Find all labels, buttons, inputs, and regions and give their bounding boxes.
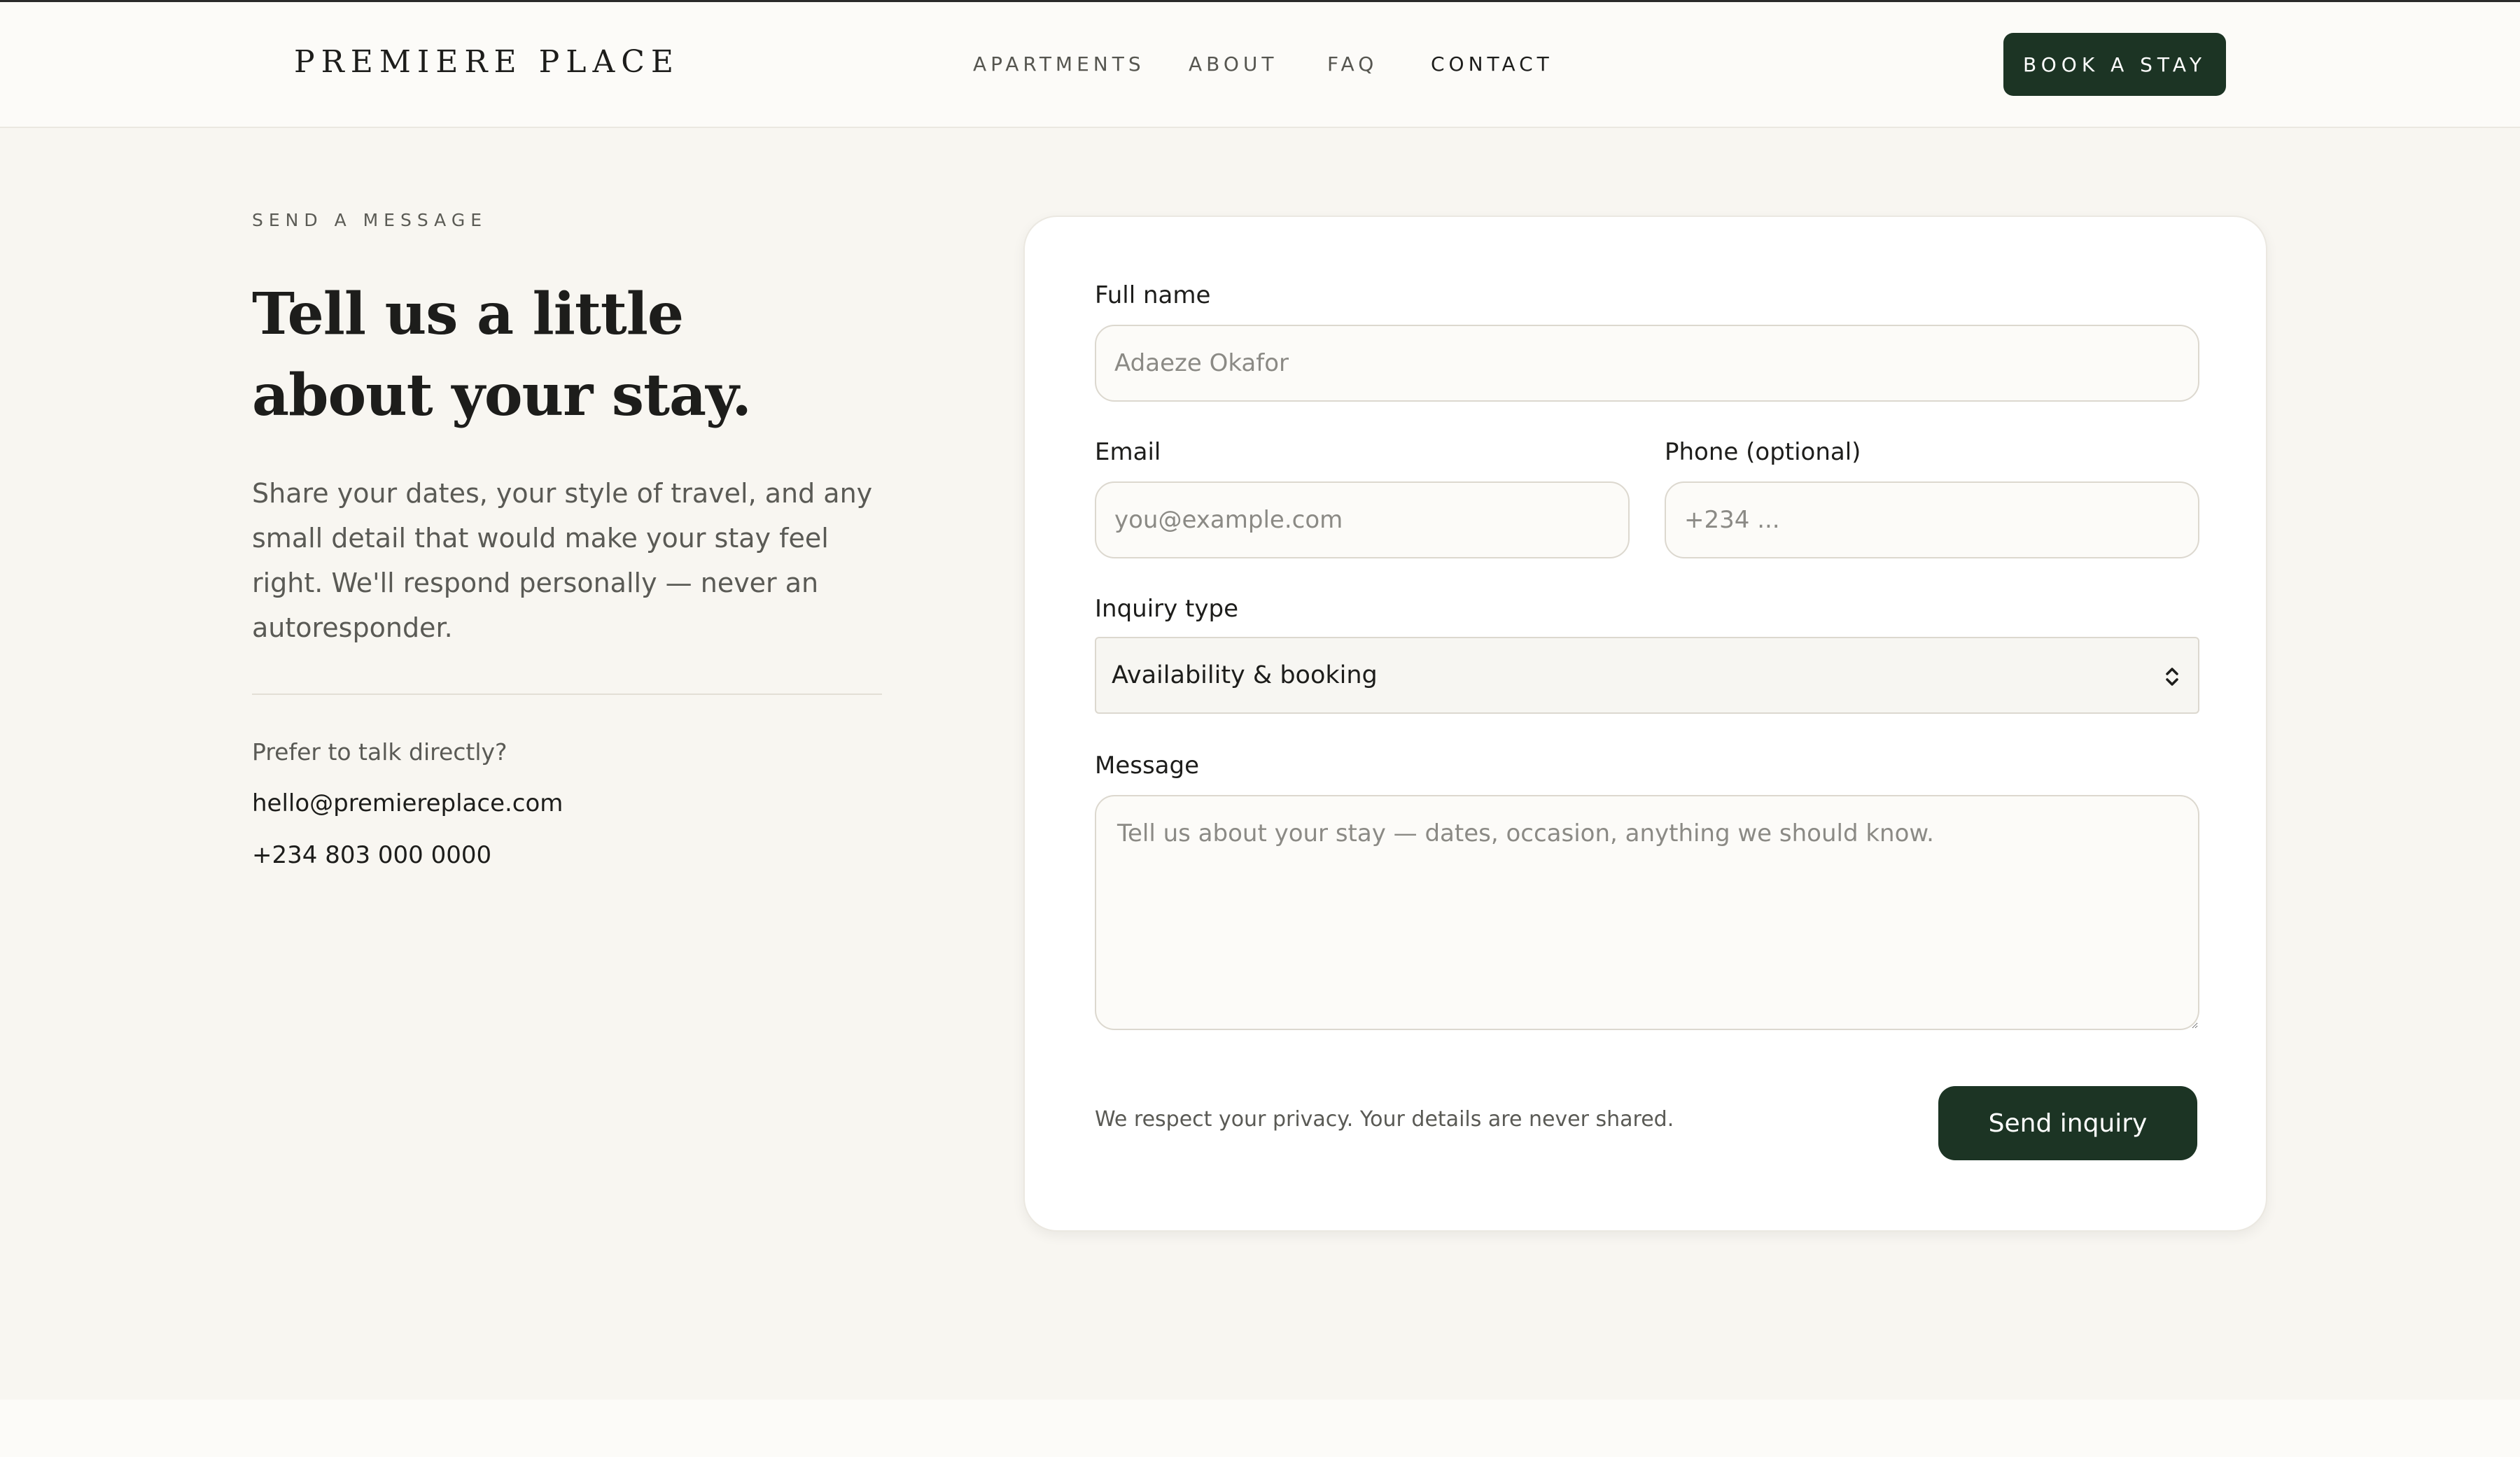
site-header: PREMIERE PLACE APARTMENTS ABOUT FAQ CONT… xyxy=(0,2,2520,128)
footer-strip xyxy=(0,1400,2520,1457)
phone-label: Phone (optional) xyxy=(1665,438,1861,466)
direct-contact-label: Prefer to talk directly? xyxy=(252,738,507,766)
nav-faq[interactable]: FAQ xyxy=(1327,52,1378,76)
section-eyebrow: SEND A MESSAGE xyxy=(252,210,488,230)
inquiry-type-select[interactable]: Availability & booking xyxy=(1095,637,2199,714)
phone-input[interactable] xyxy=(1665,481,2199,558)
contact-intro: SEND A MESSAGE Tell us a little about yo… xyxy=(252,210,882,869)
inquiry-type-value: Availability & booking xyxy=(1112,661,1378,689)
divider xyxy=(252,694,882,695)
book-a-stay-button[interactable]: BOOK A STAY xyxy=(2003,33,2226,96)
nav-apartments[interactable]: APARTMENTS xyxy=(973,52,1145,76)
full-name-input[interactable] xyxy=(1095,325,2199,402)
message-textarea[interactable] xyxy=(1095,795,2199,1030)
send-inquiry-button[interactable]: Send inquiry xyxy=(1938,1086,2197,1160)
privacy-note: We respect your privacy. Your details ar… xyxy=(1095,1107,1674,1132)
full-name-label: Full name xyxy=(1095,281,1211,309)
inquiry-type-label: Inquiry type xyxy=(1095,595,1239,623)
contact-email-link[interactable]: hello@premiereplace.com xyxy=(252,789,882,817)
select-chevrons-icon xyxy=(2166,668,2178,686)
intro-text: Share your dates, your style of travel, … xyxy=(252,478,873,643)
nav-contact[interactable]: CONTACT xyxy=(1431,52,1553,76)
page-title: Tell us a little about your stay. xyxy=(252,281,752,429)
message-label: Message xyxy=(1095,752,1200,780)
nav-about[interactable]: ABOUT xyxy=(1189,52,1278,76)
email-input[interactable] xyxy=(1095,481,1630,558)
email-label: Email xyxy=(1095,438,1161,466)
contact-phone-link[interactable]: +234 803 000 0000 xyxy=(252,841,882,869)
inquiry-form: Full name Email Phone (optional) Inquiry… xyxy=(1023,216,2267,1232)
